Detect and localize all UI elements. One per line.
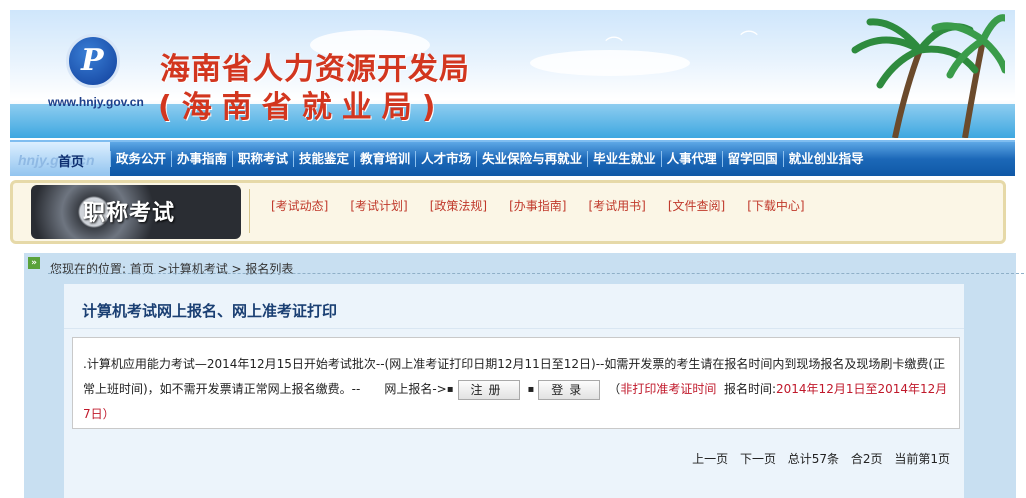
- nav-item-zhengwu[interactable]: 政务公开: [110, 151, 171, 167]
- nav-item-rencai[interactable]: 人才市场: [415, 151, 476, 167]
- org-subtitle: (海南省就业局): [158, 90, 446, 125]
- nav-item-banshi[interactable]: 办事指南: [171, 151, 232, 167]
- main-nav: hnjy.gov.cn 首页 政务公开 办事指南 职称考试 技能鉴定 教育培训 …: [10, 140, 1015, 176]
- total-count: 总计57条: [787, 452, 840, 466]
- section-links: [考试动态] [考试计划] [政策法规] [办事指南] [考试用书] [文件查阅…: [271, 197, 827, 214]
- link-books[interactable]: [考试用书]: [589, 197, 646, 214]
- link-documents[interactable]: [文件查阅]: [668, 197, 725, 214]
- paren-open: （: [608, 382, 621, 396]
- next-page-link[interactable]: 下一页: [740, 452, 776, 466]
- login-button[interactable]: 登录: [538, 379, 601, 400]
- current-page: 当前第1页: [894, 452, 950, 466]
- site-url: www.hnjy.gov.cn: [48, 95, 144, 109]
- nav-item-chuangye[interactable]: 就业创业指导: [782, 151, 869, 167]
- nav-home-label: 首页: [58, 155, 85, 170]
- nav-home[interactable]: hnjy.gov.cn 首页: [10, 142, 110, 176]
- breadcrumb-arrow-icon: »: [28, 257, 40, 269]
- nav-item-biyesheng[interactable]: 毕业生就业: [587, 151, 661, 167]
- site-banner: ⌒ ⌒ P www.hnjy.gov.cn 海南省人力资源开发局 (海南省就业局…: [10, 10, 1015, 138]
- section-title: 职称考试: [83, 201, 176, 226]
- link-exam-plan[interactable]: [考试计划]: [350, 197, 407, 214]
- listing-panel: 计算机考试网上报名、网上准考证打印 .计算机应用能力考试—2014年12月15日…: [64, 284, 964, 498]
- panel-title: 计算机考试网上报名、网上准考证打印: [82, 302, 338, 320]
- link-exam-news[interactable]: [考试动态]: [271, 197, 328, 214]
- org-logo[interactable]: P: [66, 34, 120, 88]
- page-count: 合2页: [850, 452, 883, 466]
- register-button[interactable]: 注册: [457, 379, 520, 400]
- prev-page-link[interactable]: 上一页: [692, 452, 728, 466]
- notice-box: .计算机应用能力考试—2014年12月15日开始考试批次--(网上准考证打印日期…: [72, 337, 960, 429]
- divider: [249, 189, 250, 233]
- breadcrumb-text: 您现在的位置: 首页 >计算机考试 > 报名列表: [50, 262, 294, 276]
- breadcrumb: » 您现在的位置: 首页 >计算机考试 > 报名列表: [24, 257, 1004, 277]
- content-area: » 您现在的位置: 首页 >计算机考试 > 报名列表 计算机考试网上报名、网上准…: [24, 253, 1024, 498]
- bullet-icon: ▪: [527, 384, 535, 395]
- pagination: 上一页 下一页 总计57条 合2页 当前第1页: [684, 450, 950, 467]
- period-label: 报名时间:: [723, 382, 777, 396]
- nav-menu: 政务公开 办事指南 职称考试 技能鉴定 教育培训 人才市场 失业保险与再就业 毕…: [110, 151, 869, 167]
- no-print-label: 非打印准考证时间: [620, 382, 717, 396]
- nav-item-jineng[interactable]: 技能鉴定: [293, 151, 354, 167]
- divider: [48, 273, 1024, 274]
- nav-item-zhicheng[interactable]: 职称考试: [232, 151, 293, 167]
- palm-tree-illustration: [851, 14, 1005, 138]
- link-policy[interactable]: [政策法规]: [430, 197, 487, 214]
- nav-item-liuxue[interactable]: 留学回国: [721, 151, 783, 167]
- bullet-icon: ▪: [446, 384, 454, 395]
- link-guide[interactable]: [办事指南]: [509, 197, 566, 214]
- seagull-icon: ⌒: [605, 36, 623, 57]
- nav-item-jiaoyu[interactable]: 教育培训: [354, 151, 415, 167]
- nav-item-renshi[interactable]: 人事代理: [660, 151, 722, 167]
- section-header: 职称考试 [考试动态] [考试计划] [政策法规] [办事指南] [考试用书] …: [10, 180, 1006, 244]
- section-badge: 职称考试: [31, 185, 241, 239]
- nav-item-shiye[interactable]: 失业保险与再就业: [476, 151, 587, 167]
- page: ⌒ ⌒ P www.hnjy.gov.cn 海南省人力资源开发局 (海南省就业局…: [0, 0, 1026, 498]
- link-downloads[interactable]: [下载中心]: [747, 197, 804, 214]
- divider: [64, 328, 964, 329]
